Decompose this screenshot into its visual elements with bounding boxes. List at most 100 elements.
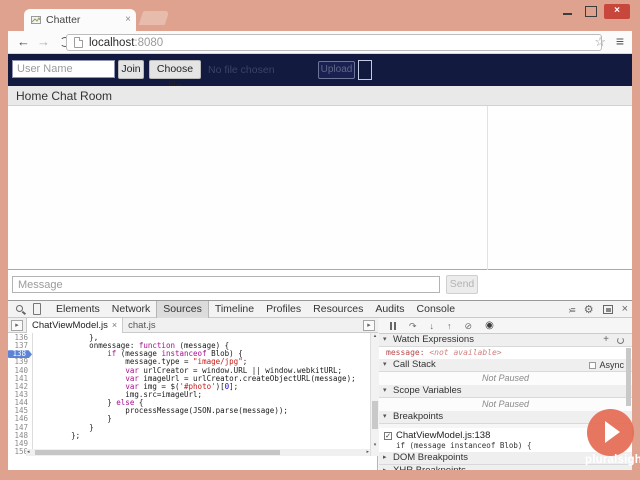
xhr-breakpoints-title: XHR Breakpoints xyxy=(393,465,466,470)
line-number[interactable]: 138 xyxy=(8,350,32,359)
message-row: Send xyxy=(8,271,632,300)
message-input[interactable] xyxy=(12,276,440,293)
minimize-button[interactable] xyxy=(560,4,576,17)
watch-expressions-title: Watch Expressions xyxy=(393,334,474,345)
upload-button[interactable]: Upload xyxy=(318,61,355,79)
scope-variables-title: Scope Variables xyxy=(393,385,462,396)
watch-expressions-header[interactable]: ▾ Watch Expressions + xyxy=(379,334,632,347)
close-window-button[interactable]: × xyxy=(604,4,630,19)
line-number[interactable]: 137 xyxy=(8,341,32,350)
async-label: Async xyxy=(599,360,624,370)
forward-icon[interactable]: → xyxy=(37,33,50,51)
scroll-up-icon[interactable]: ▴ xyxy=(371,333,378,339)
devtools-close-icon[interactable]: × xyxy=(622,304,628,315)
code-vertical-scrollbar[interactable]: ▴ ▾ xyxy=(370,333,378,456)
code-horizontal-scrollbar[interactable]: ◂ ▸ xyxy=(26,449,370,456)
collapsed-triangle-icon: ▸ xyxy=(383,454,387,461)
dom-breakpoints-title: DOM Breakpoints xyxy=(393,452,468,463)
tab-profiles[interactable]: Profiles xyxy=(260,301,307,318)
tab-timeline[interactable]: Timeline xyxy=(209,301,260,318)
tab-network[interactable]: Network xyxy=(106,301,157,318)
inspect-element-icon[interactable] xyxy=(16,305,23,312)
device-mode-icon[interactable] xyxy=(33,303,41,315)
choose-file-button[interactable]: Choose file xyxy=(149,60,201,92)
file-tab-label: ChatViewModel.js xyxy=(32,319,108,331)
browser-toolbar: ← → localhost:8080 ☆ ≡ xyxy=(8,31,632,54)
file-tabs-overflow-icon[interactable]: ▸ xyxy=(363,320,375,331)
new-tab-button[interactable] xyxy=(138,11,170,25)
console-drawer-icon[interactable]: ›≡ xyxy=(568,305,575,315)
send-button[interactable]: Send xyxy=(446,275,478,294)
vertical-scroll-thumb[interactable] xyxy=(372,401,378,429)
play-triangle-icon xyxy=(605,421,620,443)
scope-variables-header[interactable]: ▾ Scope Variables xyxy=(379,385,632,398)
scroll-right-icon[interactable]: ▸ xyxy=(366,449,369,456)
sidebar-scroll-thumb[interactable] xyxy=(626,348,631,406)
step-out-icon[interactable]: ↑ xyxy=(447,321,452,331)
back-icon[interactable]: ← xyxy=(17,33,30,51)
gutter-border xyxy=(32,333,33,456)
step-into-icon[interactable]: ↓ xyxy=(430,321,435,331)
watch-expression-row[interactable]: message: <not available> xyxy=(379,347,632,359)
bookmark-star-icon[interactable]: ☆ xyxy=(594,34,606,50)
expand-triangle-icon: ▾ xyxy=(383,336,387,343)
expand-triangle-icon: ▾ xyxy=(383,387,387,394)
collapsed-triangle-icon: ▸ xyxy=(383,465,387,470)
refresh-watch-icon[interactable] xyxy=(617,336,624,344)
add-watch-icon[interactable]: + xyxy=(603,335,609,345)
async-checkbox[interactable] xyxy=(589,362,597,369)
breakpoint-location[interactable]: ChatViewModel.js:138 xyxy=(396,430,490,441)
tab-resources[interactable]: Resources xyxy=(307,301,369,318)
horizontal-scroll-thumb[interactable] xyxy=(35,450,280,455)
photo-preview-box xyxy=(358,60,372,80)
dock-side-icon[interactable] xyxy=(602,305,613,314)
tab-audits[interactable]: Audits xyxy=(369,301,410,318)
show-navigator-icon[interactable]: ▸ xyxy=(11,319,23,331)
devtools-tabs: Elements Network Sources Timeline Profil… xyxy=(50,301,461,318)
maximize-button[interactable] xyxy=(582,4,598,17)
tab-sources[interactable]: Sources xyxy=(156,301,209,318)
devtools-toolbar: Elements Network Sources Timeline Profil… xyxy=(8,301,632,318)
call-stack-header[interactable]: ▾ Call Stack Async xyxy=(379,359,632,372)
source-file-tabs: ▸ ChatViewModel.js × chat.js ▸ xyxy=(8,317,378,333)
browser-tab[interactable]: Chatter × xyxy=(24,9,136,31)
tab-close-icon[interactable]: × xyxy=(125,15,131,25)
file-tab-chatviewmodel[interactable]: ChatViewModel.js × xyxy=(26,317,124,333)
sidebar-scrollbar[interactable] xyxy=(626,334,632,470)
join-button[interactable]: Join xyxy=(118,60,144,79)
breakpoints-title: Breakpoints xyxy=(393,411,444,422)
step-over-icon[interactable]: ↷ xyxy=(409,321,417,331)
file-tab-close-icon[interactable]: × xyxy=(112,318,117,333)
chat-app-header: Join Choose file No file chosen Upload xyxy=(8,54,632,92)
pause-script-icon[interactable] xyxy=(390,321,396,330)
tab-elements[interactable]: Elements xyxy=(50,301,106,318)
chat-user-list-divider xyxy=(487,106,488,270)
pause-on-exceptions-icon[interactable]: ◉ xyxy=(485,320,494,331)
gutter[interactable]: 136 137 138 139 140 141 142 143 144 145 146 147 148 1… xyxy=(8,333,32,456)
url-host: localhost xyxy=(89,36,135,49)
code-line: }; xyxy=(35,430,81,440)
username-input[interactable] xyxy=(12,60,115,78)
tab-console[interactable]: Console xyxy=(411,301,462,318)
browser-menu-icon[interactable]: ≡ xyxy=(616,33,624,49)
code-editor[interactable]: 136 137 138 139 140 141 142 143 144 145 146 147 148 1… xyxy=(8,333,378,456)
pluralsight-wordmark: pluralsight xyxy=(585,454,640,466)
deactivate-breakpoints-icon[interactable]: ⊘ xyxy=(465,321,473,331)
breakpoint-checkbox[interactable]: ✓ xyxy=(384,431,392,440)
settings-gear-icon[interactable]: ⚙ xyxy=(584,303,594,316)
page: Join Choose file No file chosen Upload H… xyxy=(8,54,632,470)
scroll-left-icon[interactable]: ◂ xyxy=(27,449,30,456)
code-line: } xyxy=(35,422,94,432)
address-bar[interactable]: localhost:8080 xyxy=(66,34,602,51)
chat-message-area xyxy=(8,106,632,270)
url-port: :8080 xyxy=(134,36,164,49)
code-lines: }, onmessage: function (message) { if (m… xyxy=(35,333,370,456)
window-controls: × xyxy=(560,4,630,19)
file-tab-chatjs[interactable]: chat.js xyxy=(123,318,160,333)
watch-name: message: xyxy=(386,348,430,357)
page-icon xyxy=(74,37,83,48)
scroll-down-icon[interactable]: ▾ xyxy=(371,442,378,448)
url-text: localhost:8080 xyxy=(89,37,163,49)
watch-value: <not available> xyxy=(429,348,502,357)
sources-pane: ▸ ChatViewModel.js × chat.js ▸ 136 137 138… xyxy=(8,317,378,470)
